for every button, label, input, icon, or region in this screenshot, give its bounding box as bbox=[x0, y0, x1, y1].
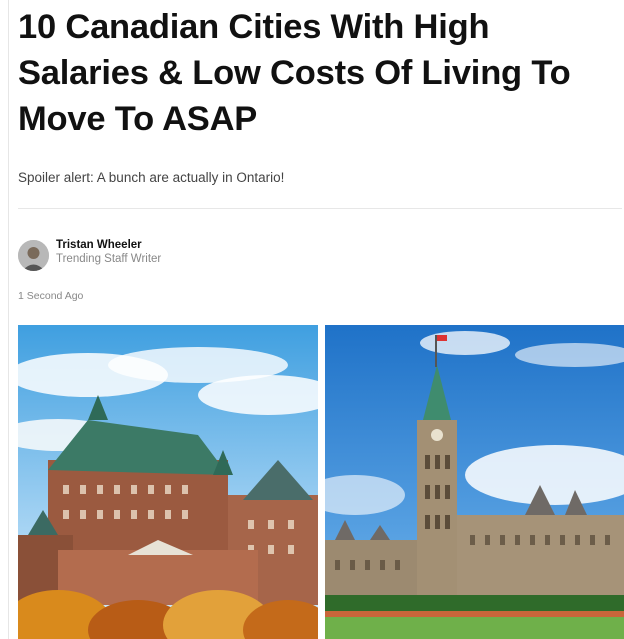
divider bbox=[18, 208, 622, 209]
author-avatar[interactable] bbox=[18, 240, 49, 271]
publish-timestamp: 1 Second Ago bbox=[18, 290, 84, 302]
article-headline: 10 Canadian Cities With High Salaries & … bbox=[18, 8, 571, 138]
author-name[interactable]: Tristan Wheeler bbox=[56, 239, 142, 251]
author-role: Trending Staff Writer bbox=[56, 253, 162, 265]
chateau-photo bbox=[18, 325, 318, 639]
parliament-photo bbox=[325, 325, 624, 639]
page-left-border bbox=[8, 0, 9, 639]
article-subheadline: Spoiler alert: A bunch are actually in O… bbox=[18, 170, 285, 185]
